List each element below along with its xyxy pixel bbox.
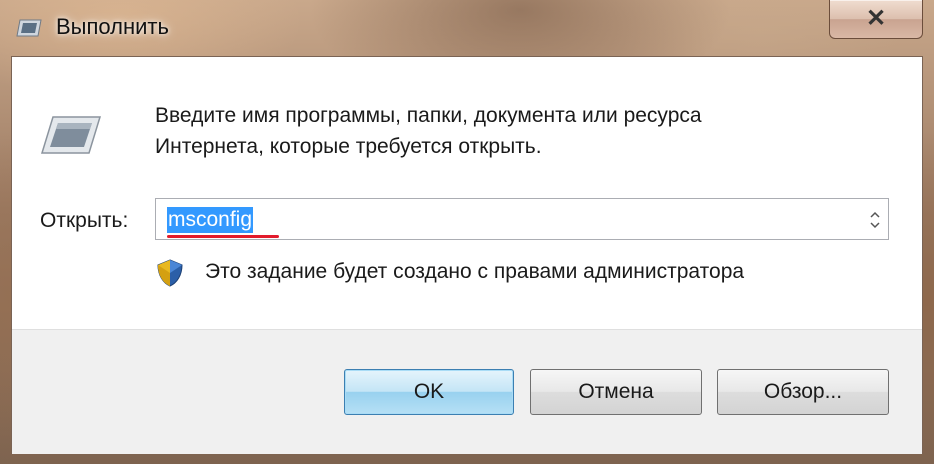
dialog-client-area: Введите имя программы, папки, документа … <box>11 56 923 454</box>
open-combobox[interactable]: msconfig <box>155 198 889 240</box>
window-frame: Выполнить ✕ Введите имя программы, папки… <box>0 0 934 464</box>
red-underline <box>167 235 279 238</box>
cancel-button[interactable]: Отмена <box>530 369 702 415</box>
run-icon <box>16 19 42 37</box>
selected-text: msconfig <box>167 207 254 233</box>
admin-note: Это задание будет создано с правами адми… <box>205 260 745 283</box>
ok-button[interactable]: OK <box>344 369 514 415</box>
window-title: Выполнить <box>56 14 169 39</box>
close-button[interactable]: ✕ <box>829 0 923 39</box>
description-line-2: Интернета, которые требуется открыть. <box>155 135 542 158</box>
uac-shield-icon <box>157 259 183 287</box>
close-icon: ✕ <box>865 5 887 32</box>
updown-arrows-icon[interactable] <box>868 209 882 231</box>
dialog-description: Введите имя программы, папки, документа … <box>155 100 855 162</box>
run-program-icon <box>40 116 101 154</box>
open-input[interactable] <box>162 203 842 235</box>
description-line-1: Введите имя программы, папки, документа … <box>155 104 702 127</box>
browse-button[interactable]: Обзор... <box>717 369 889 415</box>
title-bar[interactable]: Выполнить ✕ <box>0 0 934 52</box>
open-label: Открыть: <box>40 209 129 232</box>
